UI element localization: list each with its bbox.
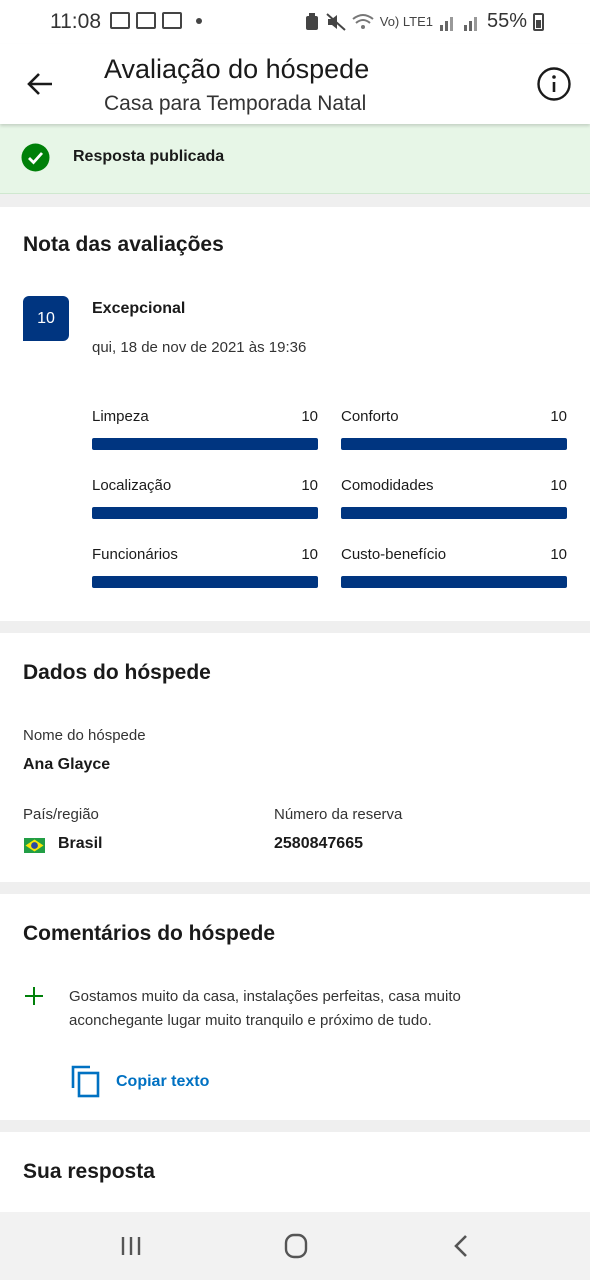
category-score: Conforto 10	[341, 408, 567, 458]
country-label: País/região	[23, 806, 99, 823]
category-bar	[341, 576, 567, 588]
category-value: 10	[550, 408, 567, 425]
mute-icon	[326, 12, 346, 31]
category-score: Limpeza 10	[92, 408, 318, 458]
check-circle-icon	[21, 143, 50, 172]
category-bar	[341, 438, 567, 450]
battery-saver-icon	[305, 12, 318, 30]
section-title: Nota das avaliações	[23, 233, 224, 256]
category-label: Funcionários	[92, 546, 178, 563]
battery-icon	[533, 12, 544, 31]
category-bar	[341, 507, 567, 519]
page-title: Avaliação do hóspede	[104, 54, 370, 84]
category-bar-fill	[92, 576, 318, 588]
arrow-left-icon[interactable]	[24, 68, 56, 100]
sim-notification-icon	[136, 12, 156, 29]
reply-section: Sua resposta	[0, 1132, 590, 1212]
plus-icon	[25, 987, 43, 1005]
overall-score: 10	[37, 309, 55, 327]
battery-percent: 55%	[486, 10, 527, 32]
category-score: Localização 10	[92, 477, 318, 527]
section-title: Sua resposta	[23, 1160, 155, 1183]
booking-notification-icon	[110, 12, 130, 29]
positive-comment: Gostamos muito da casa, instalações perf…	[69, 988, 461, 1029]
signal-icon-2	[463, 16, 477, 31]
booking-number-label: Número da reserva	[274, 806, 403, 823]
category-score: Funcionários 10	[92, 546, 318, 596]
category-bar-fill	[92, 438, 318, 450]
category-bar	[92, 507, 318, 519]
system-icons: Vo) LTE1 55%	[304, 10, 544, 33]
category-bar-fill	[341, 576, 567, 588]
more-notifications-icon	[196, 17, 202, 24]
copy-icon[interactable]	[70, 1064, 100, 1098]
wifi-icon	[352, 13, 374, 29]
review-date: qui, 18 de nov de 2021 às 19:36	[92, 339, 307, 356]
back-chevron-icon[interactable]	[445, 1230, 479, 1262]
category-bar-fill	[92, 507, 318, 519]
category-value: 10	[301, 546, 318, 563]
category-value: 10	[301, 477, 318, 494]
guest-name-label: Nome do hóspede	[23, 727, 146, 744]
notification-icons	[110, 12, 202, 29]
category-value: 10	[550, 546, 567, 563]
copy-text-button[interactable]: Copiar texto	[116, 1073, 209, 1091]
recent-apps-icon[interactable]	[114, 1230, 148, 1262]
home-icon[interactable]	[279, 1230, 313, 1262]
overall-score-label: Excepcional	[92, 300, 186, 317]
category-bar-fill	[341, 507, 567, 519]
status-bar: 11:08 Vo) LTE1 55%	[0, 0, 590, 44]
guest-name: Ana Glayce	[23, 756, 111, 773]
banner-message: Resposta publicada	[73, 148, 225, 165]
sim-notification-icon	[162, 12, 182, 29]
signal-icon	[439, 16, 453, 31]
category-score: Comodidades 10	[341, 477, 567, 527]
category-label: Custo-benefício	[341, 546, 447, 563]
category-bar	[92, 576, 318, 588]
category-score: Custo-benefício 10	[341, 546, 567, 596]
category-bar-fill	[341, 438, 567, 450]
category-value: 10	[550, 477, 567, 494]
category-value: 10	[301, 408, 318, 425]
category-label: Localização	[92, 477, 172, 494]
system-nav-bar	[0, 1212, 590, 1280]
app-header: Avaliação do hóspede Casa para Temporada…	[0, 44, 590, 124]
section-title: Comentários do hóspede	[23, 922, 276, 945]
guest-details-section: Dados do hóspede Nome do hóspede Ana Gla…	[0, 633, 590, 882]
country-value: Brasil	[58, 835, 103, 852]
booking-number: 2580847665	[274, 835, 363, 852]
category-label: Limpeza	[92, 408, 149, 425]
category-label: Comodidades	[341, 477, 434, 494]
status-time: 11:08	[50, 10, 101, 33]
overall-score-badge: 10	[23, 296, 69, 341]
section-title: Dados do hóspede	[23, 661, 211, 684]
scores-section: Nota das avaliações 10 Excepcional qui, …	[0, 207, 590, 621]
category-bar	[92, 438, 318, 450]
info-icon[interactable]	[536, 66, 572, 102]
category-label: Conforto	[341, 408, 399, 425]
property-name: Casa para Temporada Natal	[104, 92, 367, 115]
guest-comments-section: Comentários do hóspede Gostamos muito da…	[0, 894, 590, 1120]
brazil-flag-icon	[24, 838, 45, 853]
network-type: Vo) LTE1	[379, 14, 433, 29]
success-banner: Resposta publicada	[0, 124, 590, 194]
